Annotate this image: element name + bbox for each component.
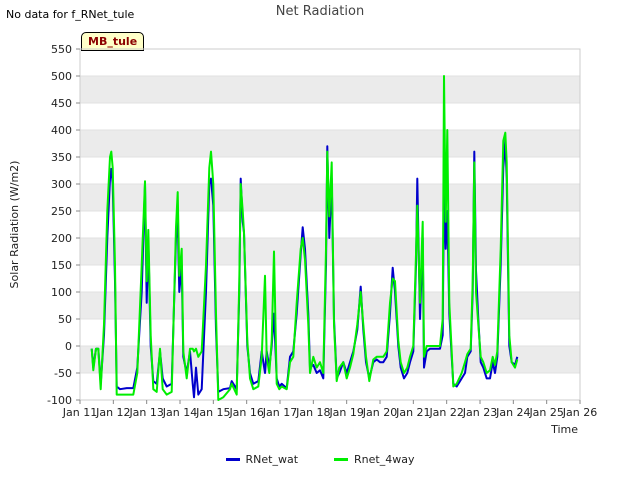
x-axis-ticks: Jan 11Jan 12Jan 13Jan 14Jan 15Jan 16Jan …: [62, 400, 597, 419]
x-tick-label: Jan 17: [262, 406, 297, 419]
x-tick-label: Jan 23: [462, 406, 497, 419]
grid-band: [80, 238, 580, 265]
y-tick-label: 250: [51, 205, 72, 218]
x-tick-label: Jan 21: [395, 406, 430, 419]
y-tick-label: 400: [51, 124, 72, 137]
y-tick-label: 450: [51, 97, 72, 110]
y-axis-ticks: -100-50050100150200250300350400450500550: [47, 43, 80, 407]
x-tick-label: Jan 25: [528, 406, 563, 419]
y-tick-label: 100: [51, 286, 72, 299]
y-tick-label: 50: [58, 313, 72, 326]
legend-swatch-rnet-4way: [334, 458, 349, 461]
legend-swatch-rnet-wat: [225, 458, 240, 461]
x-tick-label: Jan 19: [328, 406, 363, 419]
legend: RNet_wat Rnet_4way: [0, 453, 640, 466]
y-tick-label: 0: [65, 340, 72, 353]
x-tick-label: Jan 24: [495, 406, 530, 419]
x-tick-label: Jan 16: [228, 406, 263, 419]
legend-item-rnet-wat: RNet_wat: [225, 453, 299, 466]
y-tick-label: 550: [51, 43, 72, 56]
chart-svg: -100-50050100150200250300350400450500550…: [8, 43, 597, 436]
legend-item-rnet-4way: Rnet_4way: [334, 453, 414, 466]
x-tick-label: Jan 20: [362, 406, 397, 419]
x-tick-label: Jan 26: [562, 406, 597, 419]
grid-band: [80, 346, 580, 373]
x-tick-label: Jan 11: [62, 406, 97, 419]
x-tick-label: Jan 13: [128, 406, 163, 419]
x-tick-label: Jan 15: [195, 406, 230, 419]
x-tick-label: Jan 18: [295, 406, 330, 419]
legend-label-rnet-4way: Rnet_4way: [354, 453, 415, 466]
x-tick-label: Jan 14: [162, 406, 197, 419]
x-tick-label: Jan 22: [428, 406, 463, 419]
y-axis-label: Solar Radiation (W/m2): [8, 161, 21, 289]
grid-band: [80, 292, 580, 319]
legend-label-rnet-wat: RNet_wat: [245, 453, 299, 466]
x-axis-label: Time: [550, 423, 578, 436]
y-tick-label: -50: [54, 367, 72, 380]
x-tick-label: Jan 12: [95, 406, 130, 419]
y-tick-label: 200: [51, 232, 72, 245]
y-tick-label: 150: [51, 259, 72, 272]
y-tick-label: 300: [51, 178, 72, 191]
grid-band: [80, 76, 580, 103]
y-tick-label: 350: [51, 151, 72, 164]
y-tick-label: 500: [51, 70, 72, 83]
